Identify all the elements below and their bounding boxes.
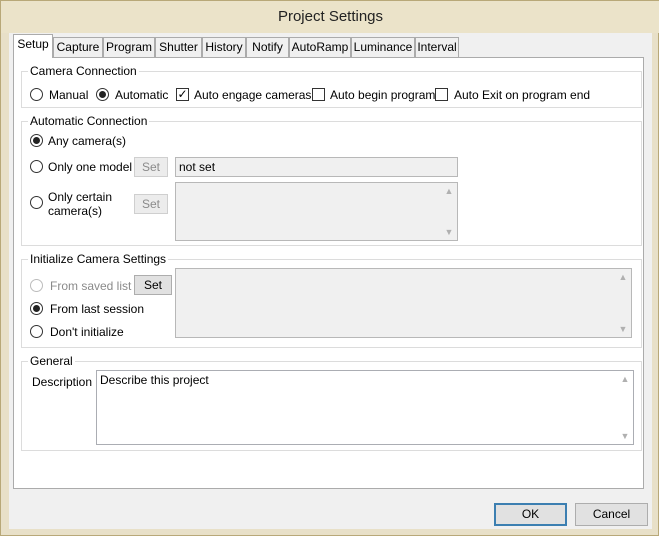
one-model-radio[interactable] <box>30 160 43 173</box>
automatic-connection-title: Automatic Connection <box>28 114 150 128</box>
auto-exit-checkbox[interactable] <box>435 88 448 101</box>
one-model-set-button[interactable]: Set <box>134 157 168 177</box>
saved-list-box[interactable]: ▲ ▼ <box>175 268 632 338</box>
auto-exit-label: Auto Exit on program end <box>454 88 591 102</box>
tab-setup[interactable]: Setup <box>13 34 53 58</box>
initialize-camera-title: Initialize Camera Settings <box>28 252 169 266</box>
tab-capture[interactable]: Capture <box>53 37 103 57</box>
ok-button[interactable]: OK <box>494 503 567 526</box>
window-frame: Project Settings Setup Capture Program S… <box>0 0 659 536</box>
tab-notify[interactable]: Notify <box>246 37 289 57</box>
tab-program[interactable]: Program <box>103 37 155 57</box>
window-title: Project Settings <box>1 1 659 33</box>
manual-radio[interactable] <box>30 88 43 101</box>
tab-autoramp[interactable]: AutoRamp <box>289 37 351 57</box>
scroll-down-icon[interactable]: ▼ <box>443 227 455 237</box>
auto-begin-checkbox[interactable] <box>312 88 325 101</box>
dont-init-label: Don't initialize <box>50 325 124 339</box>
last-session-label: From last session <box>50 302 145 316</box>
scroll-up-icon[interactable]: ▲ <box>619 374 631 384</box>
description-text: Describe this project <box>100 373 209 387</box>
auto-engage-checkbox[interactable]: ✓ <box>176 88 189 101</box>
tab-luminance[interactable]: Luminance <box>351 37 415 57</box>
automatic-connection-group: Automatic Connection Any camera(s) Only … <box>21 114 642 246</box>
setup-tab-panel: Camera Connection Manual Automatic ✓ Aut… <box>13 57 644 489</box>
description-label: Description <box>32 375 93 389</box>
certain-cameras-label-1: Only certain <box>48 190 113 204</box>
certain-cameras-radio[interactable] <box>30 196 43 209</box>
auto-begin-label: Auto begin program <box>330 88 436 102</box>
certain-cameras-list[interactable]: ▲ ▼ <box>175 182 458 241</box>
camera-connection-group: Camera Connection Manual Automatic ✓ Aut… <box>21 64 642 108</box>
certain-cameras-set-button[interactable]: Set <box>134 194 168 214</box>
tab-shutter[interactable]: Shutter <box>155 37 202 57</box>
automatic-radio[interactable] <box>96 88 109 101</box>
automatic-label: Automatic <box>115 88 169 102</box>
cancel-button[interactable]: Cancel <box>575 503 648 526</box>
any-camera-label: Any camera(s) <box>48 134 127 148</box>
description-textarea[interactable]: Describe this project ▲ ▼ <box>96 370 634 445</box>
manual-label: Manual <box>49 88 89 102</box>
last-session-radio[interactable] <box>30 302 43 315</box>
scroll-down-icon[interactable]: ▼ <box>617 324 629 334</box>
camera-connection-title: Camera Connection <box>28 64 139 78</box>
dont-init-radio[interactable] <box>30 325 43 338</box>
model-field[interactable]: not set <box>175 157 458 177</box>
dialog-client: Setup Capture Program Shutter History No… <box>9 33 652 529</box>
any-camera-radio[interactable] <box>30 134 43 147</box>
general-group: General Description Describe this projec… <box>21 354 642 451</box>
auto-engage-label: Auto engage cameras <box>194 88 312 102</box>
tab-history[interactable]: History <box>202 37 246 57</box>
saved-list-label: From saved list <box>50 279 132 293</box>
scroll-down-icon[interactable]: ▼ <box>619 431 631 441</box>
scroll-up-icon[interactable]: ▲ <box>617 272 629 282</box>
saved-list-set-button[interactable]: Set <box>134 275 172 295</box>
scroll-up-icon[interactable]: ▲ <box>443 186 455 196</box>
one-model-label: Only one model <box>48 160 133 174</box>
general-title: General <box>28 354 75 368</box>
tab-interval[interactable]: Interval <box>415 37 459 57</box>
initialize-camera-group: Initialize Camera Settings From saved li… <box>21 252 642 348</box>
certain-cameras-label-2: camera(s) <box>48 204 103 218</box>
saved-list-radio[interactable] <box>30 279 43 292</box>
